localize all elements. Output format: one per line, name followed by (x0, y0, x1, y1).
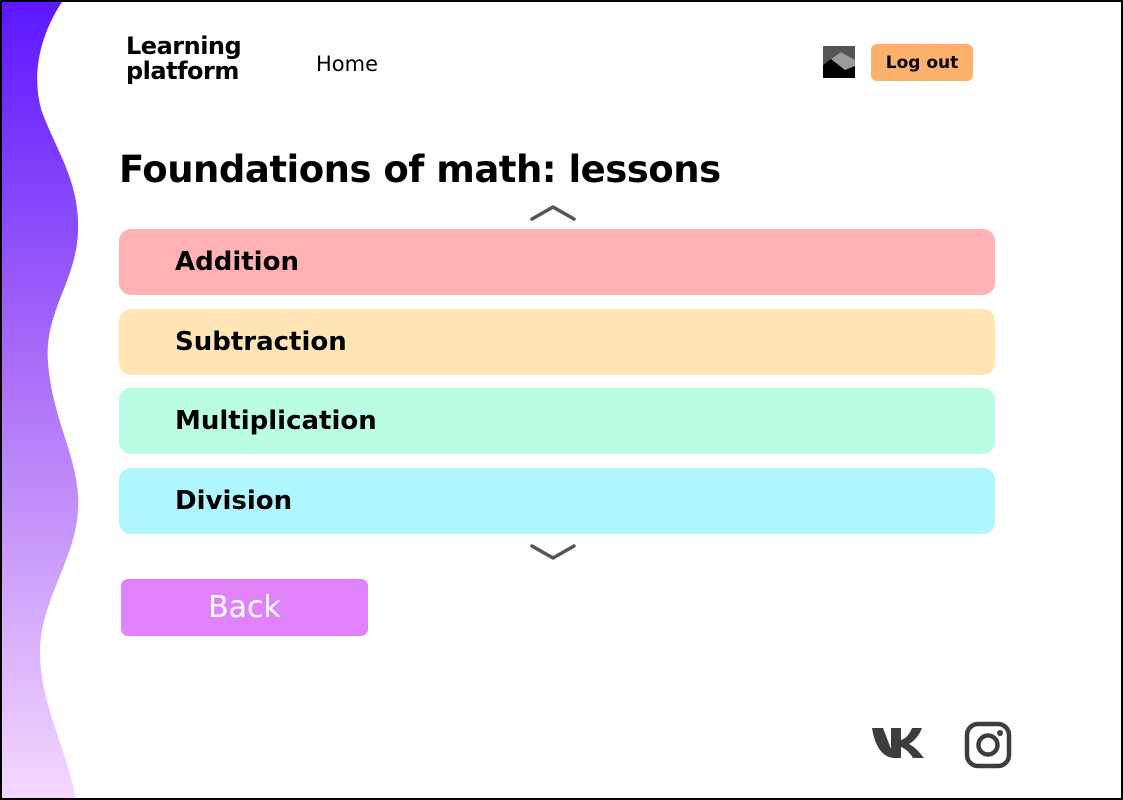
vk-icon[interactable] (870, 725, 926, 761)
back-button[interactable]: Back (121, 579, 368, 636)
logout-button[interactable]: Log out (871, 44, 973, 81)
logo-line-2: platform (126, 57, 239, 85)
lesson-item-addition[interactable]: Addition (119, 229, 995, 295)
image-placeholder-icon[interactable] (823, 46, 855, 78)
lesson-list: Addition Subtraction Multiplication Divi… (119, 229, 995, 547)
lesson-item-division[interactable]: Division (119, 467, 995, 534)
nav-home-link[interactable]: Home (316, 52, 378, 76)
page-title: Foundations of math: lessons (119, 148, 721, 191)
lesson-item-subtraction[interactable]: Subtraction (119, 308, 995, 375)
logo-line-1: Learning (126, 32, 242, 60)
platform-logo[interactable]: Learning platform (126, 34, 276, 84)
decorative-wave (2, 2, 79, 798)
instagram-icon[interactable] (964, 721, 1012, 769)
app-frame: Learning platform Home Log out Foundatio… (0, 0, 1123, 800)
lesson-item-multiplication[interactable]: Multiplication (119, 388, 995, 454)
chevron-up-icon[interactable] (529, 202, 577, 222)
chevron-down-icon[interactable] (529, 542, 577, 562)
